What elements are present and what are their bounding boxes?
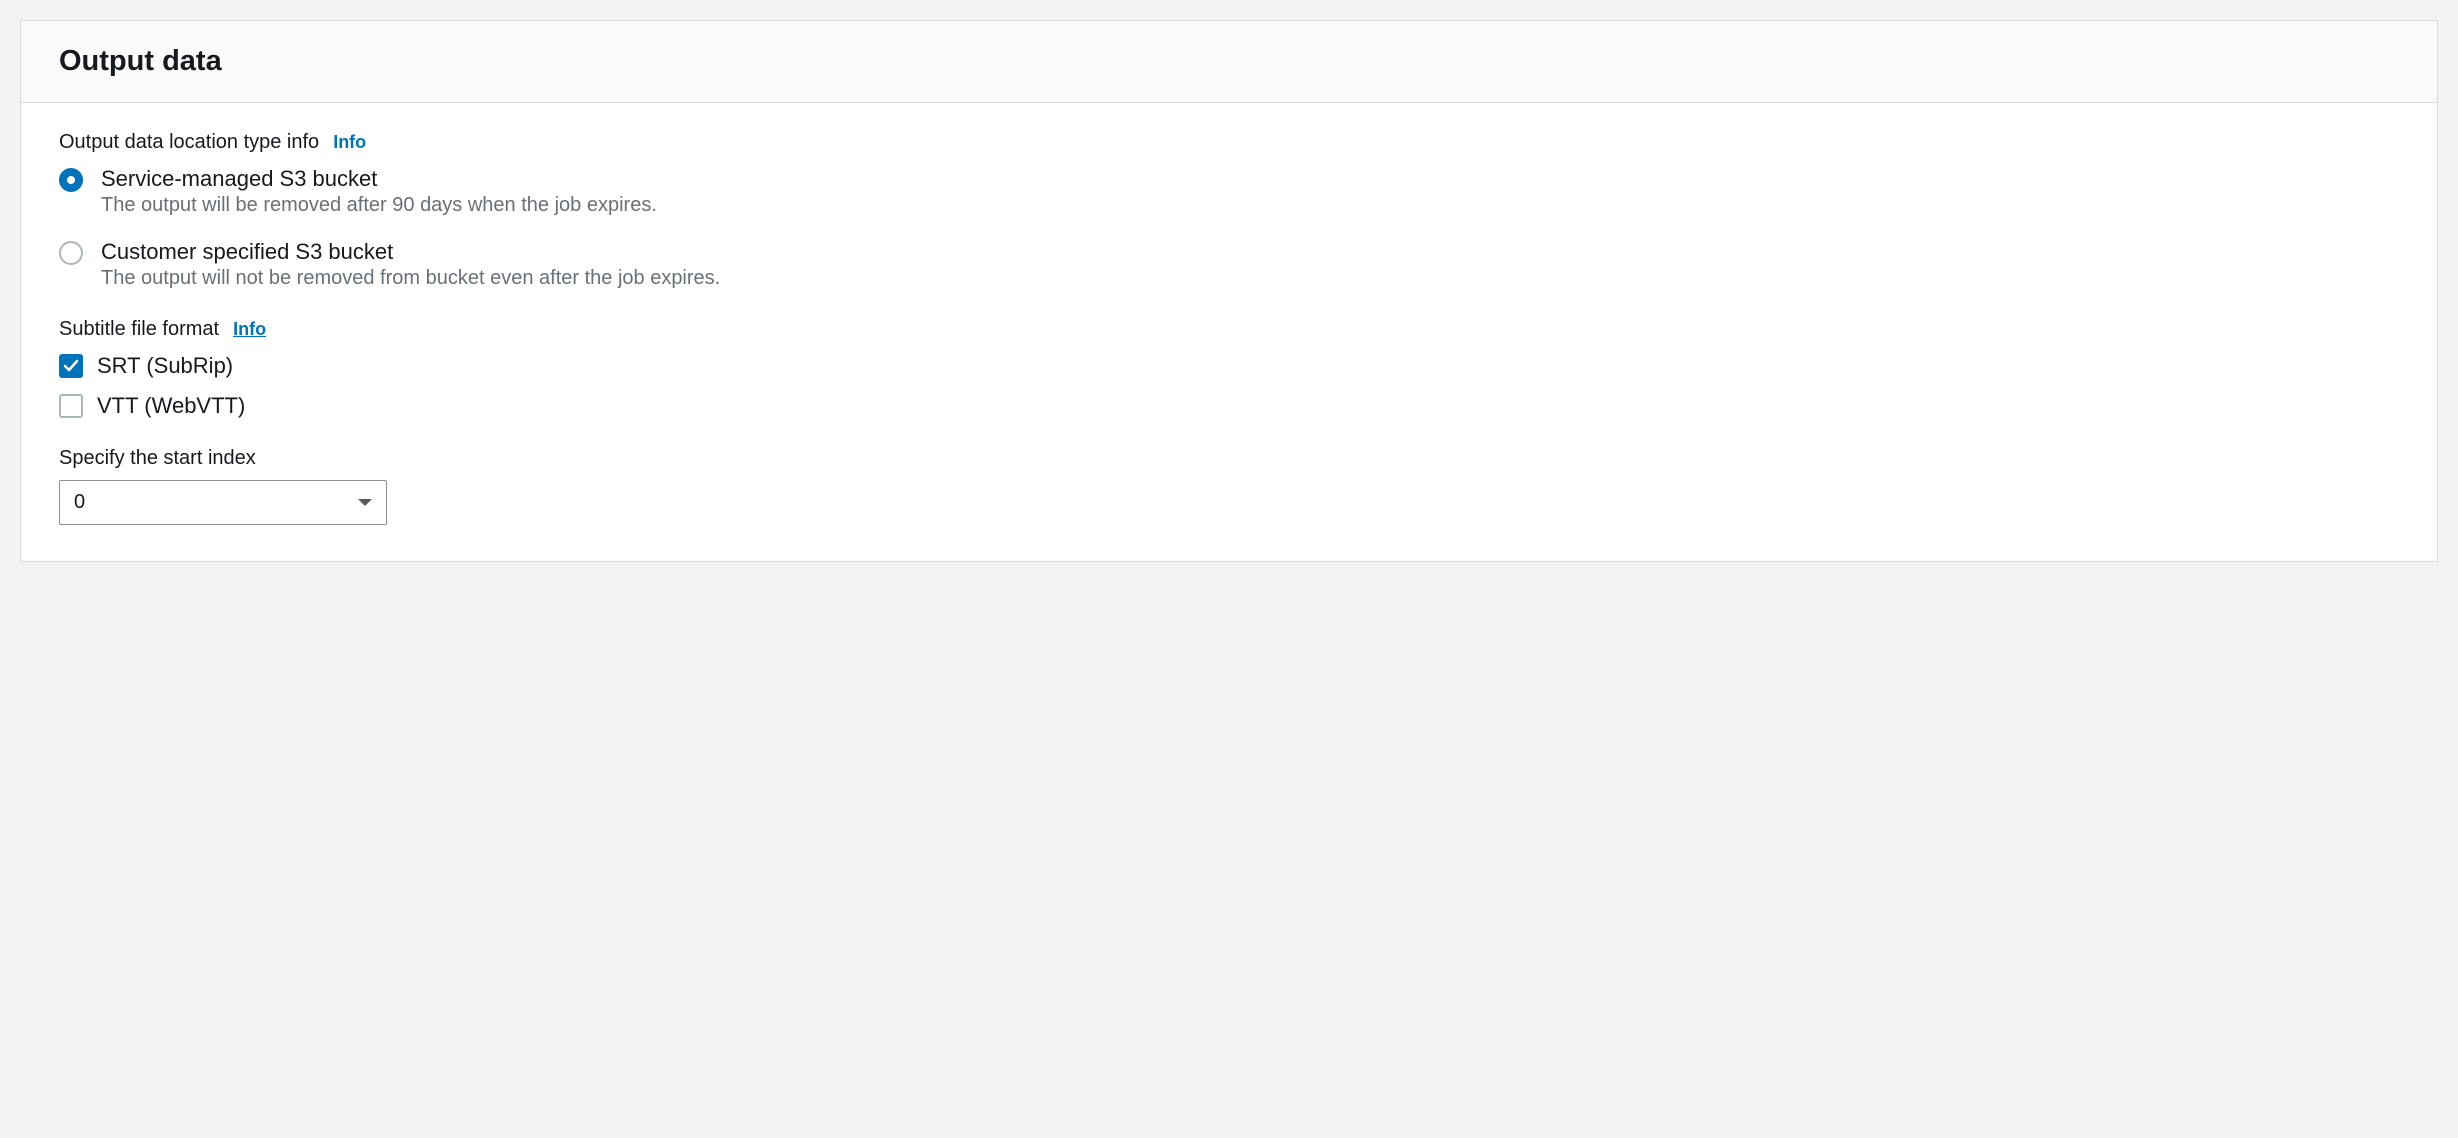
checkbox-vtt[interactable]: VTT (WebVTT) <box>59 393 2399 419</box>
subtitle-format-label: Subtitle file format <box>59 318 219 341</box>
radio-unselected-icon[interactable] <box>59 241 83 265</box>
radio-text-wrap: Customer specified S3 bucket The output … <box>101 239 720 290</box>
radio-description: The output will not be removed from buck… <box>101 267 720 290</box>
location-type-label: Output data location type info <box>59 131 319 154</box>
checkbox-srt[interactable]: SRT (SubRip) <box>59 353 2399 379</box>
subtitle-format-label-row: Subtitle file format Info <box>59 318 2399 341</box>
start-index-value: 0 <box>74 491 85 514</box>
subtitle-format-field: Subtitle file format Info SRT (SubRip) V… <box>59 318 2399 419</box>
location-type-label-row: Output data location type info Info <box>59 131 2399 154</box>
checkbox-label: VTT (WebVTT) <box>97 393 245 419</box>
location-type-field: Output data location type info Info Serv… <box>59 131 2399 290</box>
radio-title: Service-managed S3 bucket <box>101 166 657 192</box>
radio-selected-icon[interactable] <box>59 168 83 192</box>
checkbox-unchecked-icon[interactable] <box>59 394 83 418</box>
subtitle-format-info-link[interactable]: Info <box>233 319 266 340</box>
panel-title: Output data <box>59 45 2399 78</box>
check-icon <box>63 358 79 374</box>
radio-customer-specified[interactable]: Customer specified S3 bucket The output … <box>59 239 2399 290</box>
location-type-info-link[interactable]: Info <box>333 132 366 153</box>
start-index-select[interactable]: 0 <box>59 480 387 525</box>
start-index-label: Specify the start index <box>59 447 2399 470</box>
start-index-select-wrap: 0 <box>59 480 387 525</box>
start-index-field: Specify the start index 0 <box>59 447 2399 525</box>
radio-description: The output will be removed after 90 days… <box>101 194 657 217</box>
radio-service-managed[interactable]: Service-managed S3 bucket The output wil… <box>59 166 2399 217</box>
panel-header: Output data <box>21 21 2437 103</box>
checkbox-checked-icon[interactable] <box>59 354 83 378</box>
radio-text-wrap: Service-managed S3 bucket The output wil… <box>101 166 657 217</box>
radio-title: Customer specified S3 bucket <box>101 239 720 265</box>
checkbox-label: SRT (SubRip) <box>97 353 233 379</box>
panel-body: Output data location type info Info Serv… <box>21 103 2437 561</box>
output-data-panel: Output data Output data location type in… <box>20 20 2438 562</box>
